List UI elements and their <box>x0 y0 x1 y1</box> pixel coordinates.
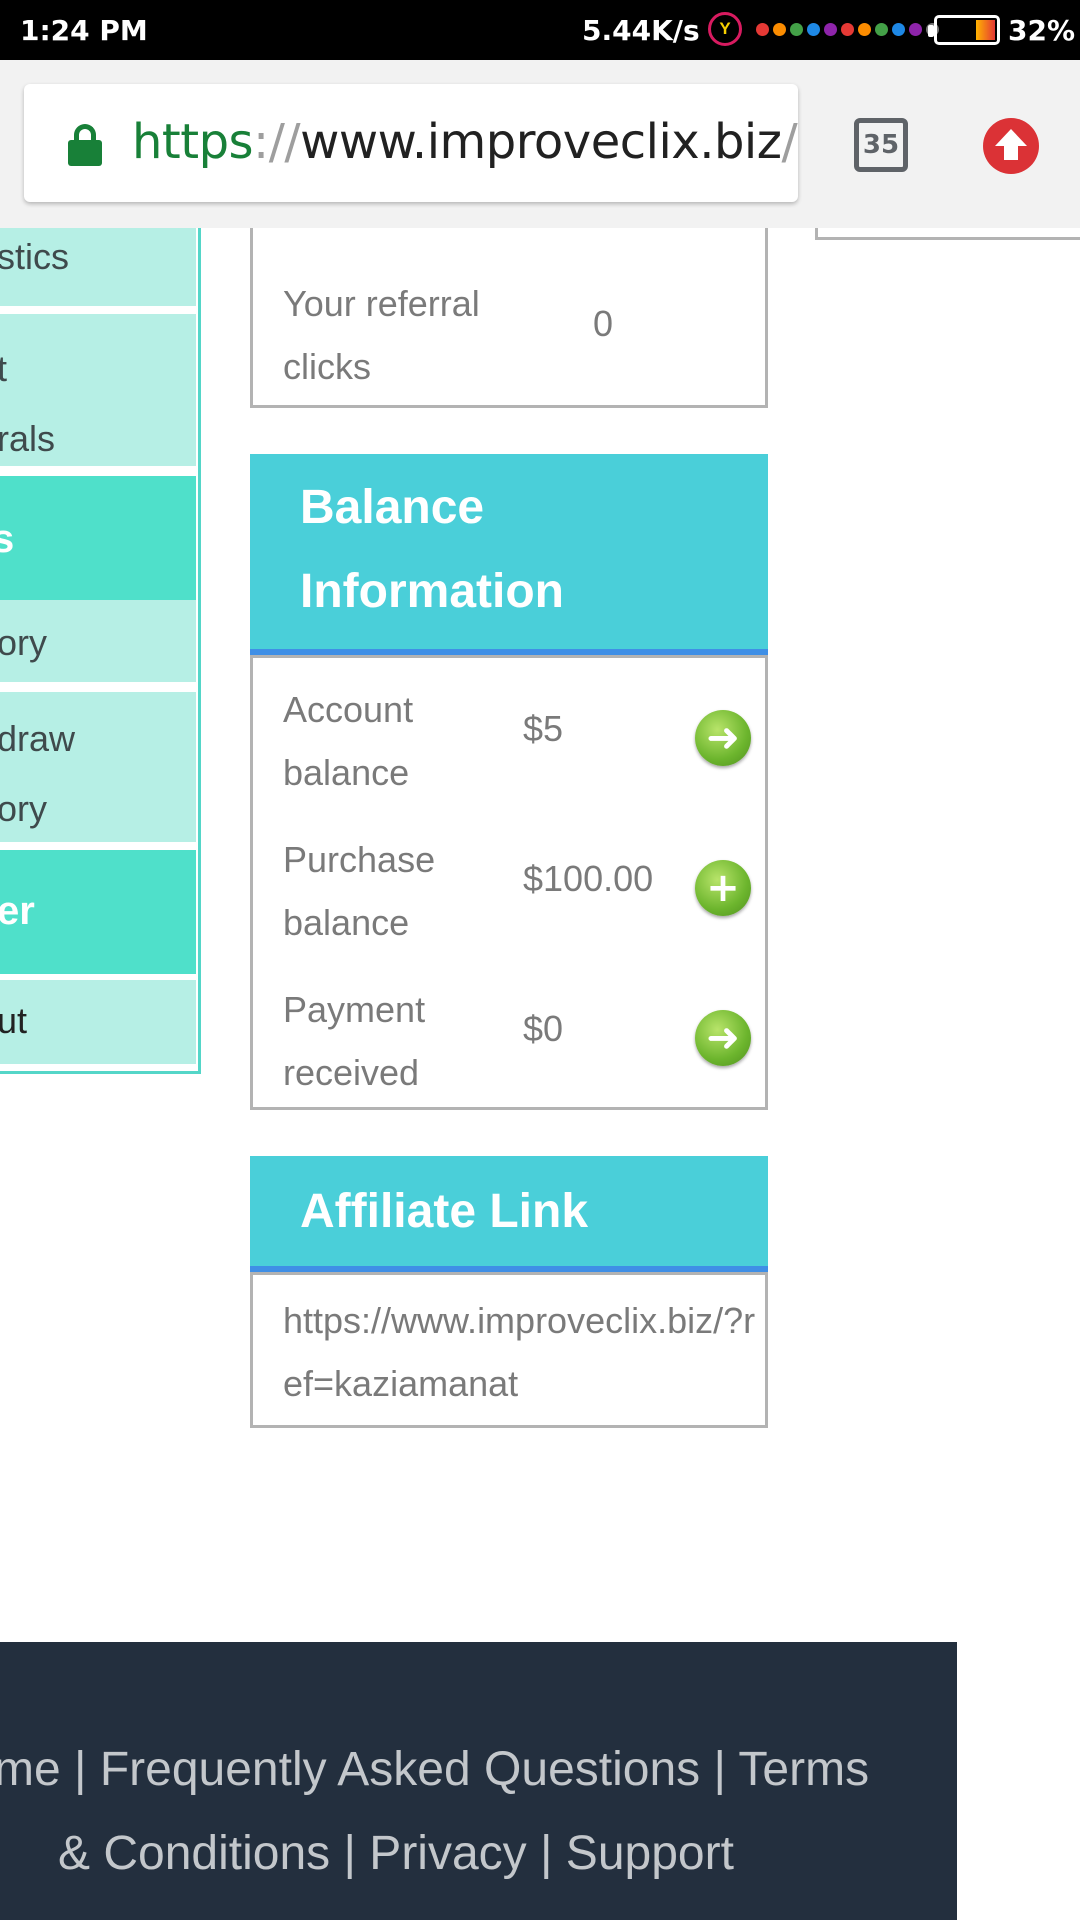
battery-percent: 32% <box>1008 14 1076 47</box>
sidebar-item-statistics[interactable]: stics <box>0 228 196 306</box>
plus-icon[interactable]: + <box>695 860 751 916</box>
affiliate-panel-title: Affiliate Link <box>300 1185 589 1238</box>
arrow-right-icon[interactable]: ➜ <box>695 710 751 766</box>
balance-row-payment: Payment received $0 ➜ <box>253 978 765 1128</box>
notification-dot-icon <box>858 23 871 36</box>
notification-dot-icon <box>807 23 820 36</box>
url-host: www.improveclix.biz <box>300 114 782 170</box>
address-bar[interactable]: https://www.improveclix.biz/vi <box>24 84 798 202</box>
right-panel-fragment <box>815 228 1080 240</box>
sidebar-item-label: ut <box>0 1000 28 1041</box>
sidebar-item-label: ory <box>0 622 48 663</box>
sidebar-item-direct-referrals[interactable]: t rals <box>0 314 196 466</box>
sidebar-item-label: draw <box>0 718 76 759</box>
balance-row-purchase: Purchase balance $100.00 + <box>253 828 765 978</box>
sidebar-heading: er <box>0 850 196 974</box>
notification-dot-icon <box>909 23 922 36</box>
notification-dot-icon <box>875 23 888 36</box>
url-text[interactable]: https://www.improveclix.biz/vi <box>132 114 798 170</box>
balance-panel-header: Balance Information <box>250 454 768 655</box>
referral-clicks-value: 0 <box>593 303 614 344</box>
balance-label: Purchase balance <box>283 839 436 943</box>
notification-dots <box>756 23 939 37</box>
affiliate-panel: https://www.improveclix.biz/?ref=kaziama… <box>250 1272 768 1428</box>
sidebar-item-label: ory <box>0 788 48 829</box>
sidebar-menu: stics t rals s ory draw ory er ut <box>0 228 201 1074</box>
notification-dot-icon <box>824 23 837 36</box>
sidebar-item-withdraw-history[interactable]: draw ory <box>0 692 196 842</box>
referral-clicks-label: Your referral clicks <box>283 283 480 387</box>
url-separator: :// <box>253 114 301 170</box>
balance-value: $5 <box>523 708 564 749</box>
network-speed: 5.44K/s <box>582 14 700 47</box>
sidebar-heading: s <box>0 476 196 600</box>
balance-panel: Account balance $5 ➜ Purchase balance $1… <box>250 655 768 1110</box>
update-arrow-icon[interactable] <box>983 118 1039 174</box>
browser-toolbar: https://www.improveclix.biz/vi 35 <box>0 60 1080 228</box>
notification-dot-icon <box>841 23 854 36</box>
balance-label: Account balance <box>283 689 414 793</box>
affiliate-panel-header: Affiliate Link <box>250 1156 768 1272</box>
app-notification-icon: Y <box>708 12 742 46</box>
balance-value: $100.00 <box>523 858 654 899</box>
balance-row-account: Account balance $5 ➜ <box>253 678 765 828</box>
balance-label: Payment received <box>283 989 426 1093</box>
referral-stats-panel: Your referral clicks 0 <box>250 228 768 408</box>
notification-dot-icon <box>892 23 905 36</box>
balance-value: $0 <box>523 1008 564 1049</box>
affiliate-link-text[interactable]: https://www.improveclix.biz/?ref=kaziama… <box>283 1289 763 1415</box>
footer-links-line2[interactable]: & Conditions | Privacy | Support <box>58 1826 734 1881</box>
url-path: /vi <box>781 114 798 170</box>
sidebar-item-logout[interactable]: ut <box>0 980 196 1064</box>
battery-icon <box>928 15 1000 45</box>
status-bar: 1:24 PM 5.44K/s Y 32% <box>0 0 1080 60</box>
arrow-right-icon[interactable]: ➜ <box>695 1010 751 1066</box>
notification-dot-icon <box>773 23 786 36</box>
lock-icon[interactable] <box>68 124 102 166</box>
sidebar-item-history[interactable]: ory <box>0 600 196 682</box>
status-time: 1:24 PM <box>20 14 148 47</box>
footer-links-line1[interactable]: me | Frequently Asked Questions | Terms <box>0 1742 869 1797</box>
sidebar-heading-label: s <box>0 504 14 574</box>
footer: me | Frequently Asked Questions | Terms … <box>0 1642 957 1920</box>
notification-dot-icon <box>790 23 803 36</box>
url-scheme: https <box>132 114 254 170</box>
sidebar-heading-label: er <box>0 889 35 933</box>
sidebar-item-label: stics <box>0 236 69 277</box>
notification-dot-icon <box>756 23 769 36</box>
sidebar-item-label: t <box>0 334 7 404</box>
balance-panel-title: Balance Information <box>300 481 564 618</box>
tab-switcher-button[interactable]: 35 <box>854 118 908 172</box>
sidebar-item-label: rals <box>0 418 56 459</box>
